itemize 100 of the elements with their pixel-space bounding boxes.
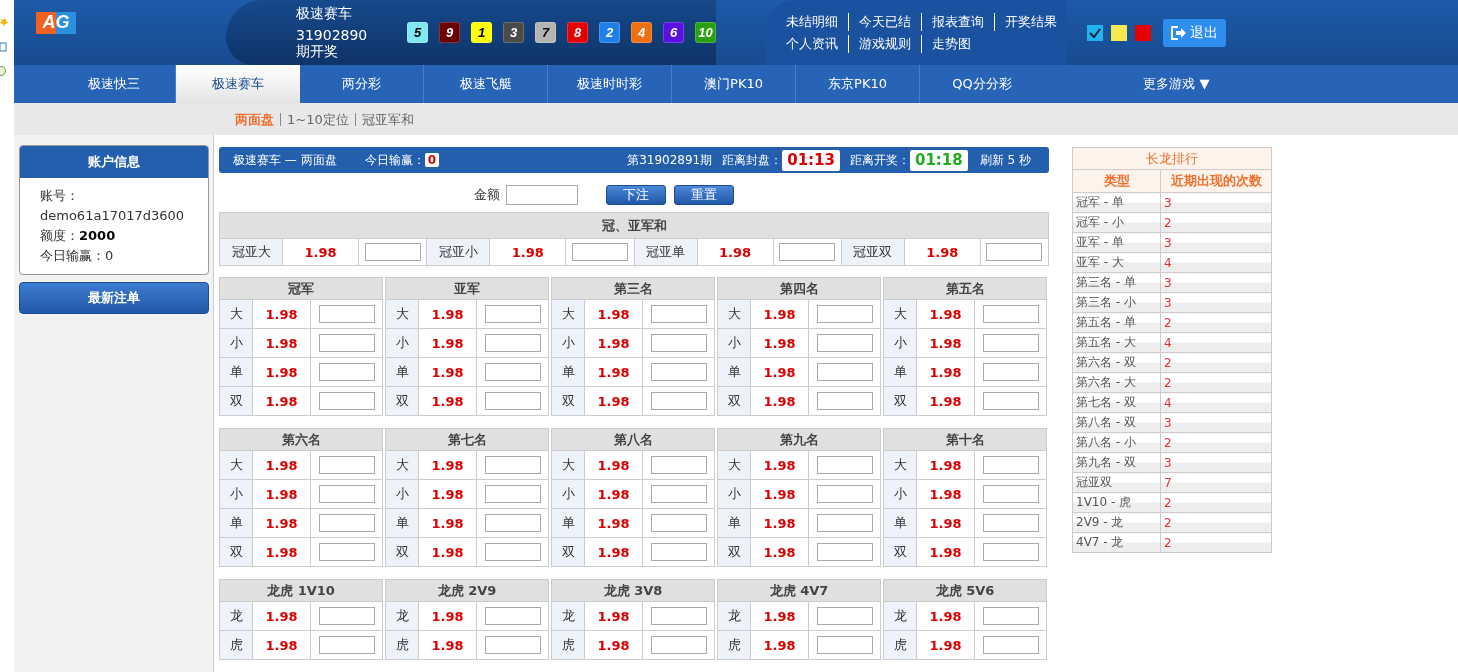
draw-timer: 01:18 (910, 149, 968, 171)
reset-button[interactable]: 重置 (674, 185, 734, 205)
header-link[interactable]: 游戏规则 (848, 34, 921, 53)
bet-amount-field[interactable] (982, 456, 1039, 474)
header-link[interactable]: 今天已结 (848, 12, 921, 31)
bet-amount-field[interactable] (650, 636, 707, 654)
bet-amount-field[interactable] (571, 243, 628, 261)
bet-amount-field[interactable] (650, 607, 707, 625)
bet-amount-field[interactable] (650, 334, 707, 352)
bet-amount-field[interactable] (318, 543, 375, 561)
bet-amount-field[interactable] (650, 485, 707, 503)
bet-amount-field[interactable] (982, 636, 1039, 654)
header-link[interactable]: 报表查询 (921, 12, 994, 31)
play-type-link[interactable]: 冠亚军和 (354, 112, 420, 126)
logout-button[interactable]: 退出 (1163, 18, 1226, 47)
bet-amount-field[interactable] (982, 334, 1039, 352)
bet-amount-field[interactable] (650, 363, 707, 381)
bet-amount-field[interactable] (982, 305, 1039, 323)
theme-swatch[interactable] (1135, 24, 1151, 41)
odds-value: 1.98 (584, 357, 643, 387)
bet-amount-field[interactable] (318, 392, 375, 410)
bet-amount-field[interactable] (816, 392, 873, 410)
bet-amount-field[interactable] (982, 543, 1039, 561)
bet-amount-field[interactable] (318, 305, 375, 323)
bet-amount-field[interactable] (816, 334, 873, 352)
bet-amount-field[interactable] (982, 392, 1039, 410)
odds-value: 1.98 (750, 601, 809, 631)
bet-amount-field[interactable] (484, 363, 541, 381)
odds-value: 1.98 (916, 386, 975, 416)
bet-amount-field[interactable] (484, 514, 541, 532)
bet-amount-field[interactable] (816, 514, 873, 532)
info-title: 极速赛车 — 两面盘 (233, 151, 337, 169)
bet-amount-field[interactable] (982, 363, 1039, 381)
theme-swatch[interactable] (1111, 24, 1127, 41)
bet-amount-field[interactable] (779, 243, 836, 261)
bet-amount-field[interactable] (484, 456, 541, 474)
play-type-link[interactable]: 1~10定位 (280, 112, 355, 126)
header-link[interactable]: 走势图 (921, 34, 981, 53)
bet-amount-field[interactable] (986, 243, 1043, 261)
more-games-tab[interactable]: 更多游戏 ▼ (1104, 65, 1249, 103)
bet-label: 双 (385, 537, 419, 567)
logout-icon (1171, 25, 1187, 40)
header-link[interactable]: 开奖结果 (994, 12, 1067, 31)
game-tab[interactable]: QQ分分彩 (920, 65, 1044, 103)
bet-amount-field[interactable] (816, 607, 873, 625)
bet-label: 小 (551, 328, 585, 358)
issue-label: 31902890 期开奖 (296, 26, 369, 61)
odds-value: 1.98 (916, 299, 975, 329)
bet-amount-field[interactable] (650, 456, 707, 474)
bet-amount-field[interactable] (318, 456, 375, 474)
odds-value: 1.98 (418, 357, 477, 387)
bet-amount-field[interactable] (650, 392, 707, 410)
bet-amount-field[interactable] (982, 514, 1039, 532)
header-link[interactable]: 个人资讯 (786, 34, 848, 53)
latest-bets-button[interactable]: 最新注单 (19, 282, 209, 314)
bet-amount-field[interactable] (816, 636, 873, 654)
bet-amount-field[interactable] (982, 607, 1039, 625)
amount-field[interactable] (506, 185, 578, 205)
bet-amount-field[interactable] (318, 636, 375, 654)
game-tab[interactable]: 极速赛车 (176, 65, 300, 103)
bet-amount-field[interactable] (816, 543, 873, 561)
bet-amount-field[interactable] (650, 514, 707, 532)
bet-amount-field[interactable] (484, 485, 541, 503)
bet-label: 双 (219, 386, 253, 416)
bet-label: 龙 (717, 601, 751, 631)
bet-amount-field[interactable] (318, 485, 375, 503)
bet-amount-field[interactable] (318, 363, 375, 381)
bet-amount-field[interactable] (484, 607, 541, 625)
theme-swatch[interactable] (1087, 24, 1103, 41)
column-header: 近期出现的次数 (1160, 169, 1272, 193)
bet-amount-field[interactable] (364, 243, 421, 261)
header-link[interactable]: 未结明细 (786, 12, 848, 31)
odds-value: 1.98 (252, 450, 311, 480)
table-cell: 第六名 - 大 (1072, 372, 1161, 393)
bet-label: 双 (219, 537, 253, 567)
bet-amount-field[interactable] (484, 543, 541, 561)
odds-value: 1.98 (252, 299, 311, 329)
star-icon[interactable] (0, 18, 8, 28)
bet-amount-field[interactable] (318, 334, 375, 352)
bet-amount-field[interactable] (484, 392, 541, 410)
bet-amount-field[interactable] (484, 334, 541, 352)
bet-amount-field[interactable] (318, 514, 375, 532)
bet-amount-field[interactable] (650, 543, 707, 561)
odds-value: 1.98 (584, 328, 643, 358)
submit-button[interactable]: 下注 (606, 185, 666, 205)
bet-amount-field[interactable] (816, 305, 873, 323)
bet-amount-field[interactable] (816, 485, 873, 503)
bet-label: 单 (717, 357, 751, 387)
bet-amount-field[interactable] (816, 363, 873, 381)
bet-label: 大 (883, 299, 917, 329)
bet-label: 双 (385, 386, 419, 416)
bet-label: 单 (385, 357, 419, 387)
bet-amount-field[interactable] (484, 305, 541, 323)
bet-amount-field[interactable] (816, 456, 873, 474)
bet-amount-field[interactable] (484, 636, 541, 654)
bet-amount-field[interactable] (650, 305, 707, 323)
bet-label: 虎 (717, 630, 751, 660)
window-icon[interactable] (0, 42, 7, 52)
bet-amount-field[interactable] (318, 607, 375, 625)
bet-amount-field[interactable] (982, 485, 1039, 503)
